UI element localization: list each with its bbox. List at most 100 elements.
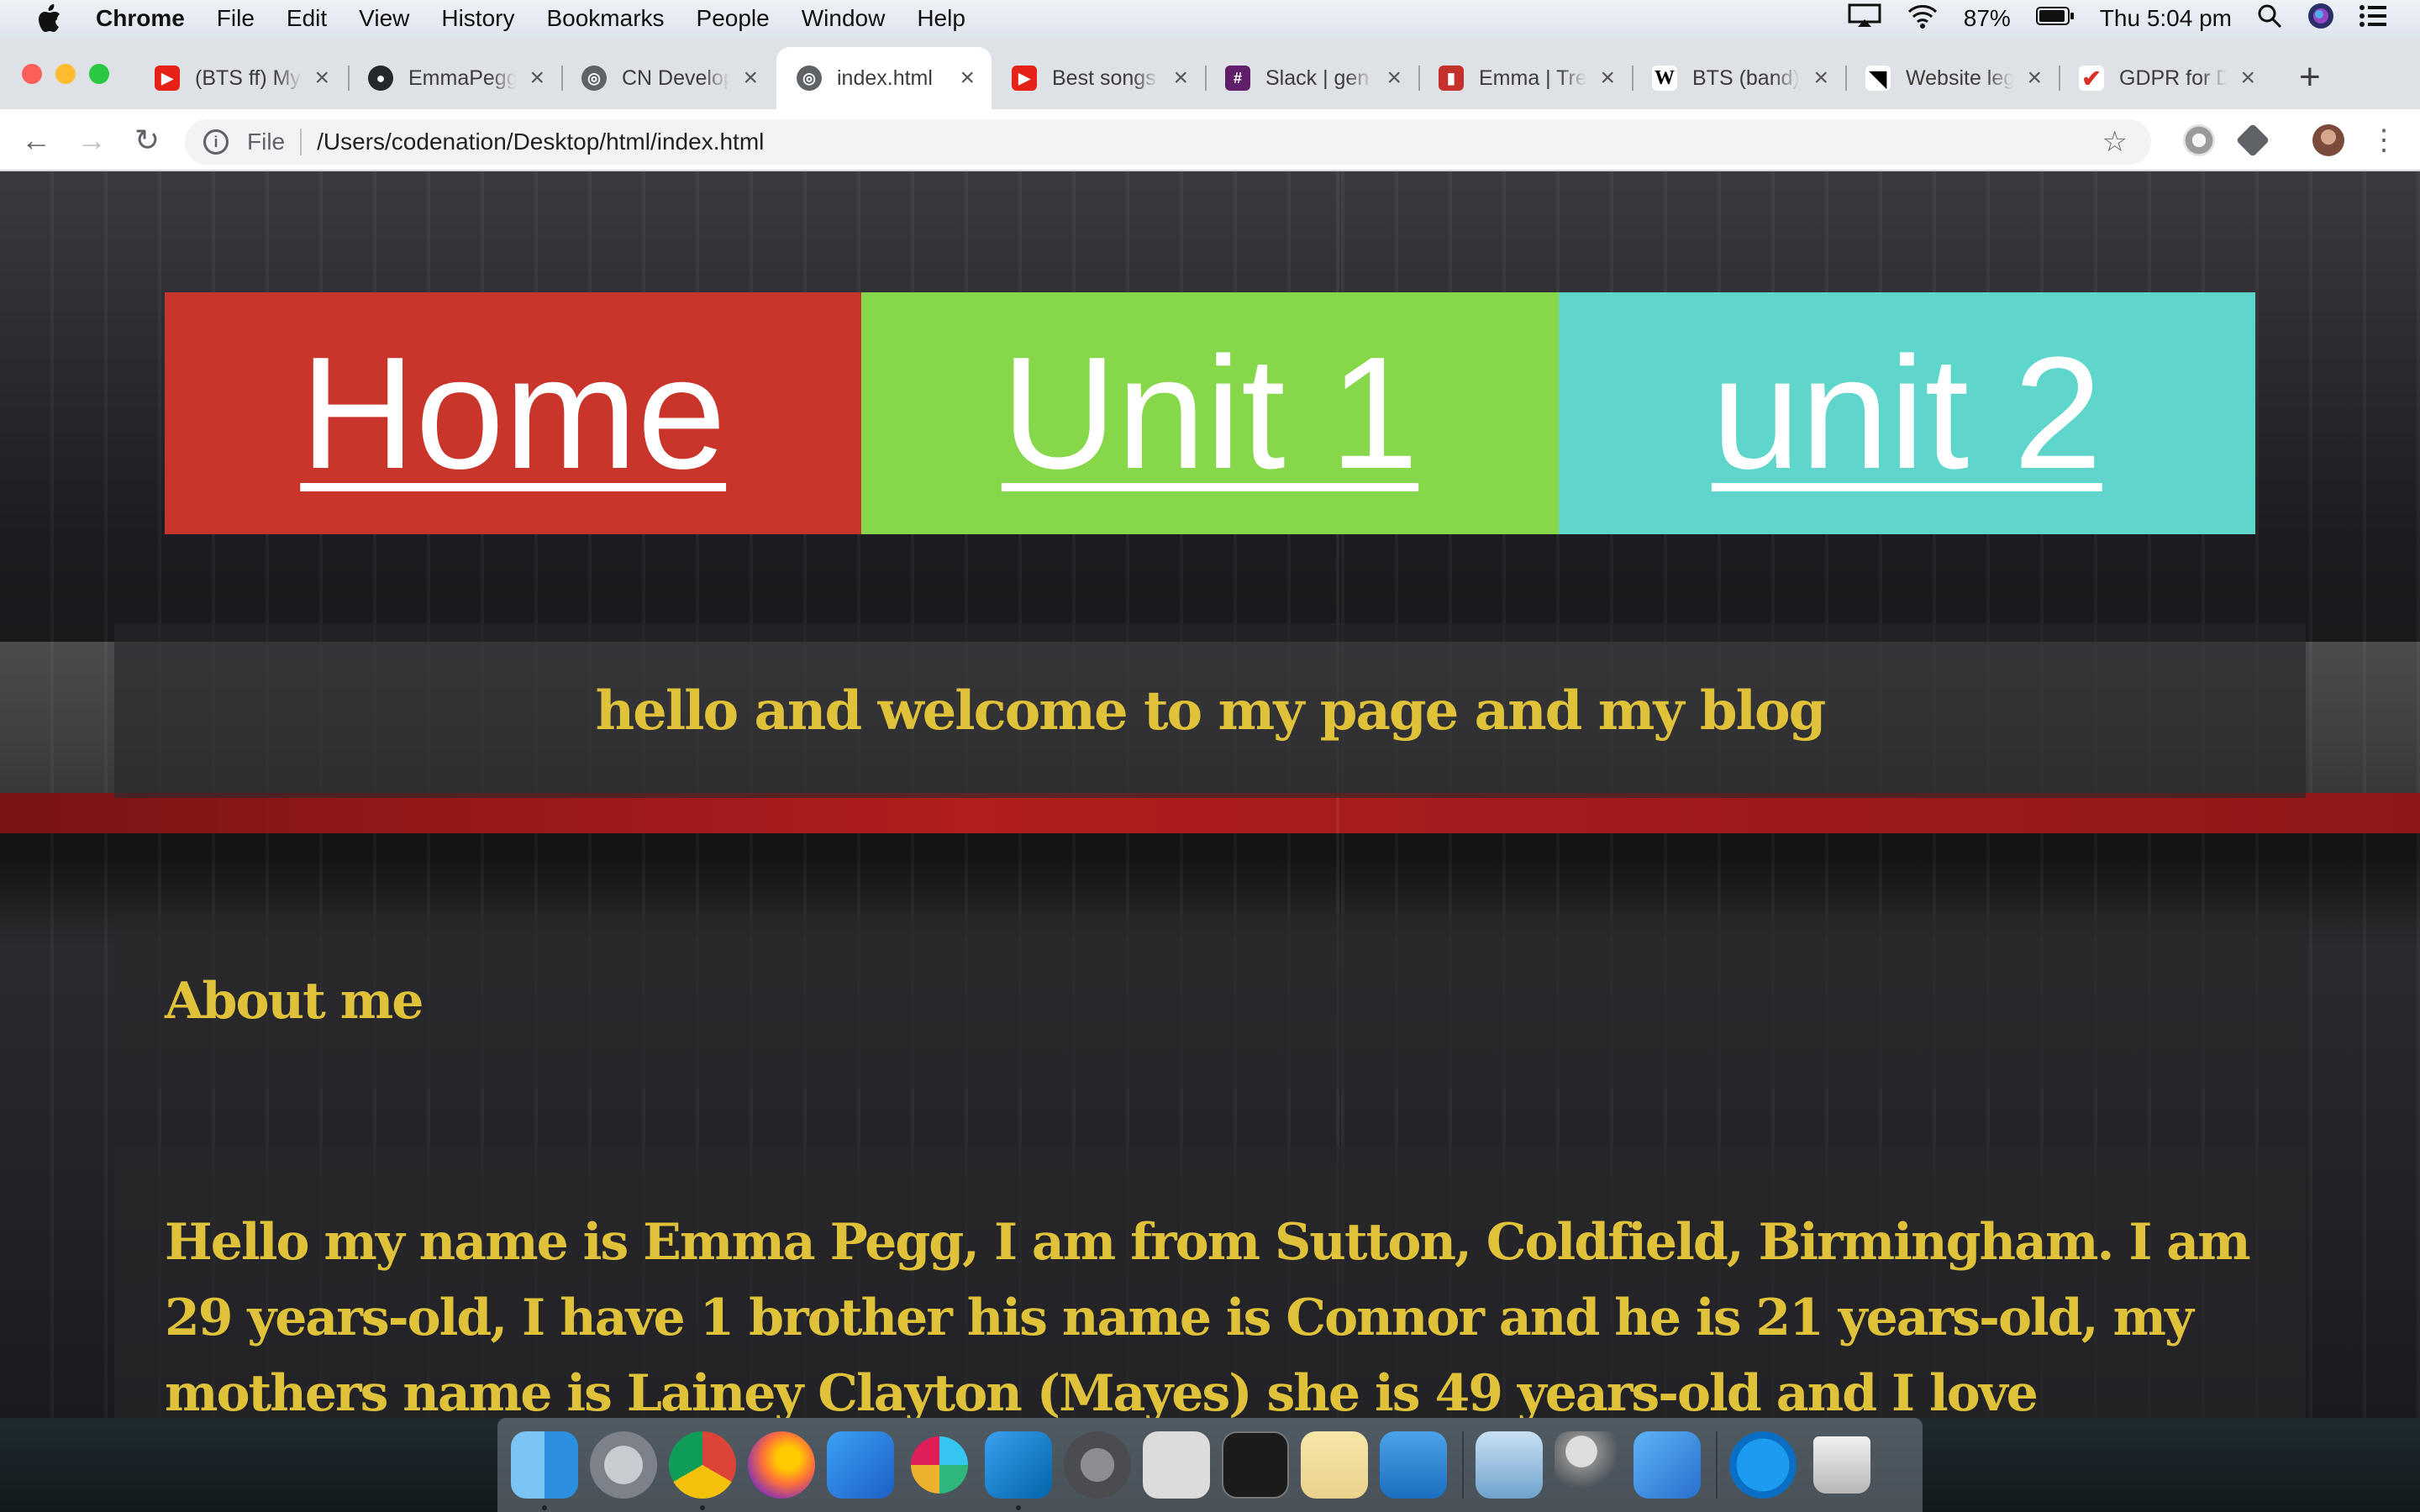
menu-edit[interactable]: Edit <box>287 5 327 32</box>
close-icon[interactable]: × <box>2240 66 2255 91</box>
tab-title: Slack | gen <box>1265 66 1370 90</box>
vscode-icon[interactable] <box>985 1431 1052 1510</box>
clock[interactable]: Thu 5:04 pm <box>2100 5 2232 32</box>
address-url[interactable]: /Users/codenation/Desktop/html/index.htm… <box>317 129 764 155</box>
close-icon[interactable]: × <box>529 66 544 91</box>
dock <box>497 1418 1923 1512</box>
trello-icon: ▮ <box>1439 66 1464 91</box>
forward-arrow-icon[interactable]: → <box>71 119 113 161</box>
screenshot-icon[interactable] <box>1143 1431 1210 1499</box>
keychain-icon[interactable] <box>1555 1431 1622 1499</box>
close-icon[interactable]: × <box>1600 66 1615 91</box>
background-red-carpet <box>0 793 2420 833</box>
dock-divider <box>1716 1431 1718 1499</box>
about-heading: About me <box>165 972 424 1031</box>
notification-center-icon[interactable] <box>2360 4 2386 33</box>
close-icon[interactable]: × <box>1386 66 1402 91</box>
slack-icon[interactable] <box>911 1436 968 1494</box>
tab-github[interactable]: ● EmmaPegg × <box>348 47 561 109</box>
address-scheme: File <box>247 129 286 155</box>
extension-gear-icon[interactable] <box>2183 124 2215 156</box>
menu-bar: Chrome File Edit View History Bookmarks … <box>0 0 2420 37</box>
bio-paragraph: Hello my name is Emma Pegg, I am from Su… <box>165 1213 2251 1418</box>
tab-trello[interactable]: ▮ Emma | Tre × <box>1418 47 1632 109</box>
menu-file[interactable]: File <box>217 5 255 32</box>
tab-title: EmmaPegg <box>408 66 516 90</box>
wifi-icon[interactable] <box>1907 3 1939 34</box>
back-arrow-icon[interactable]: ← <box>15 119 57 161</box>
close-icon[interactable]: × <box>2027 66 2042 91</box>
system-preferences-icon[interactable] <box>1064 1431 1131 1499</box>
tab-title: Emma | Tre <box>1479 66 1586 90</box>
zoom-window-button[interactable] <box>89 64 109 84</box>
close-icon[interactable]: × <box>314 66 329 91</box>
tab-title: BTS (band) <box>1692 66 1800 90</box>
tab-gdpr[interactable]: ✔ GDPR for D × <box>2059 47 2272 109</box>
menu-app-name[interactable]: Chrome <box>96 5 185 32</box>
profile-avatar[interactable] <box>2312 124 2344 156</box>
kebab-menu-icon[interactable]: ⋮ <box>2363 119 2405 161</box>
tab-strip: ▶ (BTS ff) My × ● EmmaPegg × ◎ CN Develo… <box>0 37 2420 109</box>
reload-icon[interactable]: ↻ <box>126 119 168 161</box>
preview-icon[interactable] <box>1476 1431 1543 1499</box>
simulator-icon[interactable] <box>1634 1431 1701 1499</box>
nav-link-unit-2[interactable]: unit 2 <box>1558 292 2255 534</box>
extension-layers-icon[interactable] <box>2235 123 2270 158</box>
menu-bookmarks[interactable]: Bookmarks <box>546 5 664 32</box>
tab-title: GDPR for D <box>2119 66 2227 90</box>
xcode-icon[interactable] <box>827 1431 894 1499</box>
battery-percent: 87% <box>1963 5 2011 31</box>
finder-icon[interactable] <box>511 1431 578 1510</box>
app-store-icon[interactable] <box>1729 1431 1797 1499</box>
globe-icon: ◎ <box>797 66 822 91</box>
close-icon[interactable]: × <box>1173 66 1188 91</box>
close-icon[interactable]: × <box>960 66 975 91</box>
menu-window[interactable]: Window <box>802 5 886 32</box>
menu-view[interactable]: View <box>359 5 409 32</box>
slack-icon: # <box>1225 66 1250 91</box>
tab-website-legal[interactable]: ◥ Website leg × <box>1845 47 2059 109</box>
dock-divider <box>1462 1431 1464 1499</box>
tab-cn-develop[interactable]: ◎ CN Develop × <box>561 47 775 109</box>
menu-people[interactable]: People <box>697 5 770 32</box>
tab-best-songs[interactable]: ▶ Best songs × <box>992 47 1205 109</box>
new-tab-plus-icon[interactable]: + <box>2299 59 2321 96</box>
terminal-icon[interactable] <box>1222 1431 1289 1499</box>
welcome-heading: hello and welcome to my page and my blog <box>595 679 1827 743</box>
page-viewport[interactable]: Home Unit 1 unit 2 hello and welcome to … <box>0 171 2420 1418</box>
info-icon[interactable]: i <box>203 129 229 155</box>
close-window-button[interactable] <box>22 64 42 84</box>
tab-title: Website leg <box>1906 66 2013 90</box>
youtube-icon: ▶ <box>155 66 180 91</box>
launchpad-icon[interactable] <box>590 1431 657 1499</box>
trash-icon[interactable] <box>1813 1436 1870 1494</box>
nav-link-unit-1[interactable]: Unit 1 <box>861 292 1559 534</box>
keynote-icon[interactable] <box>1380 1431 1447 1499</box>
close-icon[interactable]: × <box>1813 66 1828 91</box>
battery-icon[interactable] <box>2035 5 2075 32</box>
github-icon: ● <box>368 66 393 91</box>
check-logo-icon: ✔ <box>2079 66 2104 92</box>
about-panel: About me <box>114 914 2306 1089</box>
tab-index-html[interactable]: ◎ index.html × <box>776 47 992 109</box>
firefox-icon[interactable] <box>748 1431 815 1499</box>
apple-icon[interactable] <box>37 4 71 33</box>
menu-help[interactable]: Help <box>917 5 965 32</box>
menu-history[interactable]: History <box>441 5 514 32</box>
airplay-icon[interactable] <box>1848 3 1881 34</box>
tab-title: CN Develop <box>622 66 729 90</box>
arrow-logo-icon: ◥ <box>1865 66 1891 91</box>
address-bar[interactable]: i File /Users/codenation/Desktop/html/in… <box>185 119 2151 165</box>
textedit-icon[interactable] <box>1301 1431 1368 1499</box>
tab-title: (BTS ff) My <box>195 66 301 90</box>
bookmark-star-icon[interactable]: ☆ <box>2102 125 2128 159</box>
chrome-icon[interactable] <box>669 1431 736 1510</box>
tab-slack[interactable]: # Slack | gen × <box>1205 47 1418 109</box>
spotlight-search-icon[interactable] <box>2257 3 2282 34</box>
tab-wikipedia[interactable]: W BTS (band) × <box>1632 47 1845 109</box>
siri-icon[interactable] <box>2307 3 2334 35</box>
nav-link-home[interactable]: Home <box>165 292 862 534</box>
minimize-window-button[interactable] <box>55 64 76 84</box>
tab-bts-ff[interactable]: ▶ (BTS ff) My × <box>134 47 346 109</box>
close-icon[interactable]: × <box>743 66 758 91</box>
